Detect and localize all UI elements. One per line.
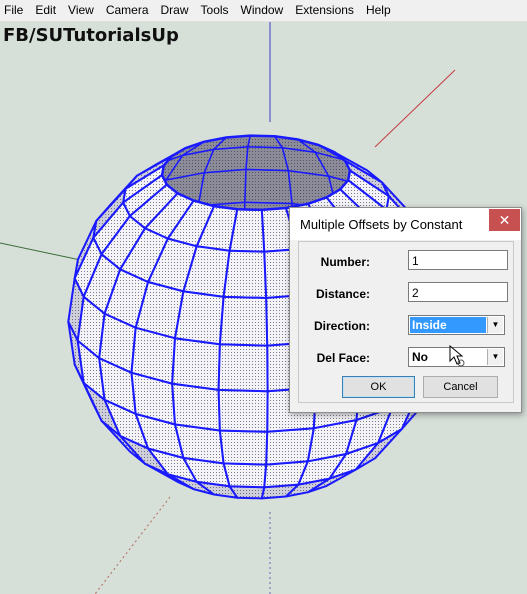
red-axis (374, 69, 456, 148)
sphere-face (245, 145, 290, 172)
menu-draw[interactable]: Draw (155, 0, 195, 21)
sphere-face (218, 429, 269, 466)
arrow-busy-cursor-icon (449, 345, 465, 367)
menu-help[interactable]: Help (360, 0, 397, 21)
direction-select[interactable]: Inside ▼ (408, 315, 505, 335)
sphere-face (222, 462, 268, 489)
sphere-face (217, 388, 269, 433)
dialog-title: Multiple Offsets by Constant (300, 217, 463, 232)
sphere-face (218, 295, 269, 347)
direction-label: Direction: (313, 319, 370, 333)
sphere-face (171, 337, 221, 391)
menu-bar: File Edit View Camera Draw Tools Window … (0, 0, 527, 22)
menu-extensions[interactable]: Extensions (289, 0, 360, 21)
distance-field[interactable]: 2 (408, 282, 508, 302)
green-axis (0, 242, 91, 263)
sphere-face (265, 427, 315, 466)
sphere-face (217, 343, 269, 393)
sphere-face (171, 382, 221, 432)
sphere-face (244, 168, 293, 205)
cancel-button[interactable]: Cancel (423, 376, 498, 398)
red-axis-dotted (94, 496, 171, 594)
direction-value: Inside (410, 317, 486, 333)
chevron-down-icon[interactable]: ▼ (487, 317, 503, 333)
multiple-offsets-dialog: Multiple Offsets by Constant ✕ Number: 1… (289, 207, 522, 413)
sphere-face (197, 168, 247, 207)
menu-camera[interactable]: Camera (100, 0, 155, 21)
ok-button[interactable]: OK (342, 376, 415, 398)
chevron-down-icon[interactable]: ▼ (487, 349, 503, 365)
menu-view[interactable]: View (62, 0, 100, 21)
menu-tools[interactable]: Tools (195, 0, 235, 21)
close-icon: ✕ (498, 212, 511, 228)
close-button[interactable]: ✕ (489, 209, 520, 231)
menu-window[interactable]: Window (235, 0, 290, 21)
number-label: Number: (320, 255, 370, 269)
del-face-label: Del Face: (316, 351, 370, 365)
dialog-titlebar[interactable]: Multiple Offsets by Constant ✕ (290, 208, 521, 240)
watermark-text: FB/SUTutorialsUp (3, 25, 179, 46)
distance-label: Distance: (315, 287, 370, 301)
del-face-value: No (412, 350, 428, 364)
menu-edit[interactable]: Edit (29, 0, 62, 21)
number-field[interactable]: 1 (408, 250, 508, 270)
menu-file[interactable]: File (0, 0, 29, 21)
sphere-face (174, 290, 225, 346)
sphere-face (222, 249, 268, 299)
